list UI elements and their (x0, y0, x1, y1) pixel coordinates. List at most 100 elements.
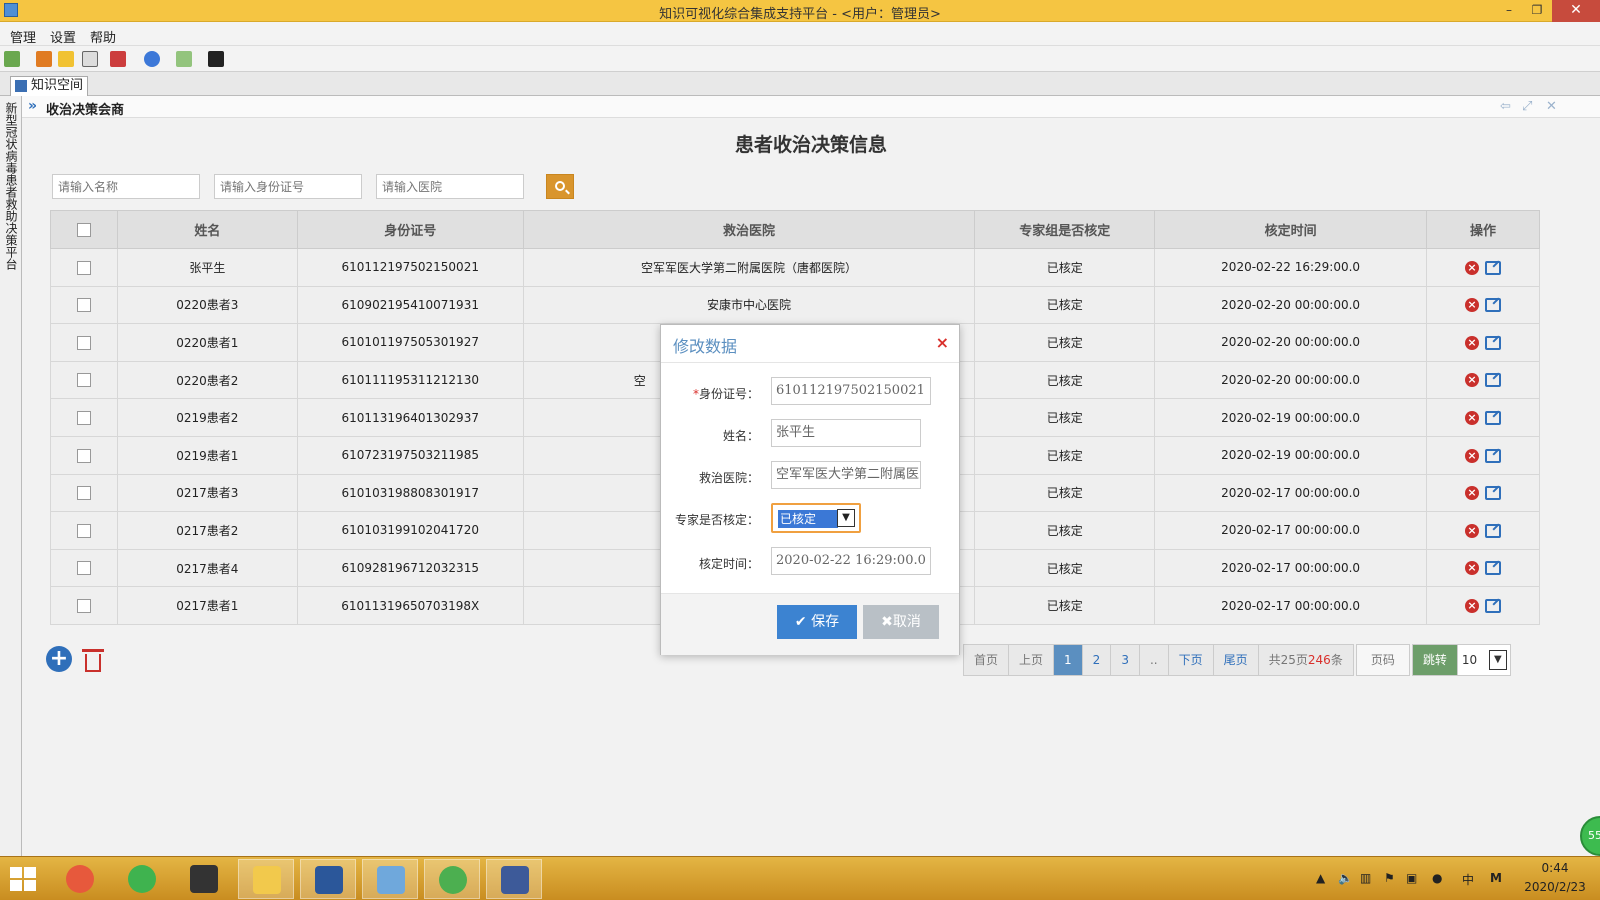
delete-row-icon[interactable]: × (1465, 523, 1480, 538)
qq-icon[interactable]: ● (1432, 871, 1442, 885)
row-checkbox[interactable] (76, 260, 91, 275)
volume-icon[interactable]: 🔈 (1338, 871, 1353, 885)
taskbar-word[interactable] (300, 859, 356, 899)
search-id-input[interactable] (214, 174, 362, 199)
row-checkbox[interactable] (76, 335, 91, 350)
delete-row-icon[interactable]: × (1465, 561, 1480, 576)
package-icon[interactable] (176, 51, 192, 67)
search-hospital-input[interactable] (376, 174, 524, 199)
ime-indicator[interactable]: 中 (1462, 871, 1474, 888)
delete-row-icon[interactable]: × (1465, 486, 1480, 501)
user-icon[interactable] (144, 51, 160, 67)
ime-mode-indicator[interactable]: M (1490, 871, 1502, 885)
menu-manage[interactable]: 管理 (10, 27, 36, 46)
row-checkbox[interactable] (76, 523, 91, 538)
edit-row-icon[interactable] (1485, 260, 1502, 275)
edit-row-icon[interactable] (1485, 335, 1502, 350)
network-icon[interactable]: ▥ (1360, 871, 1371, 885)
tools-icon[interactable] (110, 51, 126, 67)
taskbar-app-1[interactable] (52, 859, 108, 899)
pager-next[interactable]: 下页 (1167, 644, 1214, 676)
row-checkbox[interactable] (76, 298, 91, 313)
rss-icon[interactable] (36, 51, 52, 67)
exit-icon[interactable] (4, 51, 20, 67)
pager-first[interactable]: 首页 (963, 644, 1010, 676)
verified-select[interactable]: 已核定 ▼ (771, 503, 861, 533)
row-checkbox[interactable] (76, 561, 91, 576)
add-record-button[interactable]: + (46, 646, 72, 672)
header-hospital[interactable]: 救治医院 (522, 210, 976, 249)
cancel-button[interactable]: ✖取消 (863, 605, 939, 639)
camera-icon[interactable] (208, 51, 224, 67)
row-checkbox[interactable] (76, 598, 91, 613)
pager-page-input[interactable]: 页码 (1355, 644, 1410, 676)
hospital-field[interactable]: 空军军医大学第二附属医院 (771, 461, 921, 489)
pager-page-2[interactable]: 2 (1081, 644, 1112, 676)
menu-settings[interactable]: 设置 (50, 27, 76, 46)
dialog-close-icon[interactable]: × (936, 333, 949, 352)
search-name-input[interactable] (52, 174, 200, 199)
pager-last[interactable]: 尾页 (1212, 644, 1259, 676)
delete-row-icon[interactable]: × (1465, 335, 1480, 350)
table-row[interactable]: 张平生 610112197502150021 空军军医大学第二附属医院（唐都医院… (50, 248, 1540, 287)
id-field[interactable]: 610112197502150021 (771, 377, 931, 405)
windows-start-icon[interactable] (10, 867, 36, 891)
taskbar-clock[interactable]: 0:44 2020/2/23 (1522, 859, 1588, 897)
delete-row-icon[interactable]: × (1465, 598, 1480, 613)
pin-icon[interactable]: ⇦ (1500, 99, 1511, 114)
panel-close-icon[interactable]: ✕ (1546, 99, 1557, 114)
delete-row-icon[interactable]: × (1465, 448, 1480, 463)
menu-help[interactable]: 帮助 (90, 27, 116, 46)
search-button[interactable] (546, 174, 574, 199)
expand-icon[interactable]: ⤢ (1522, 99, 1532, 114)
flag-icon[interactable]: ⚑ (1384, 871, 1395, 885)
folder-icon[interactable] (58, 51, 74, 67)
chevron-down-icon[interactable]: ▼ (1488, 650, 1507, 670)
header-id[interactable]: 身份证号 (296, 210, 524, 249)
row-checkbox[interactable] (76, 373, 91, 388)
tray-expand-icon[interactable]: ▲ (1316, 871, 1325, 885)
edit-row-icon[interactable] (1485, 523, 1502, 538)
minimize-icon[interactable]: – (1496, 0, 1522, 22)
edit-row-icon[interactable] (1485, 486, 1502, 501)
row-checkbox[interactable] (76, 410, 91, 425)
edit-row-icon[interactable] (1485, 373, 1502, 388)
header-time[interactable]: 核定时间 (1154, 210, 1428, 249)
header-verified[interactable]: 专家组是否核定 (974, 210, 1156, 249)
taskbar-explorer[interactable] (238, 859, 294, 899)
device-icon[interactable]: ▣ (1406, 871, 1417, 885)
select-all-checkbox[interactable] (76, 222, 91, 237)
taskbar-app-2[interactable] (114, 859, 170, 899)
time-field[interactable]: 2020-02-22 16:29:00.0 (771, 547, 931, 575)
header-name[interactable]: 姓名 (116, 210, 298, 249)
edit-row-icon[interactable] (1485, 598, 1502, 613)
delete-row-icon[interactable]: × (1465, 298, 1480, 313)
taskbar-wechat[interactable] (424, 859, 480, 899)
delete-row-icon[interactable]: × (1465, 410, 1480, 425)
document-icon[interactable] (82, 51, 98, 67)
edit-row-icon[interactable] (1485, 298, 1502, 313)
save-button[interactable]: ✔ 保存 (777, 605, 857, 639)
delete-row-icon[interactable]: × (1465, 373, 1480, 388)
close-icon[interactable]: ✕ (1552, 0, 1600, 22)
tab-knowledge-space[interactable]: 知识空间 (10, 76, 88, 96)
trash-icon[interactable] (82, 646, 104, 672)
pager-jump-button[interactable]: 跳转 (1411, 644, 1458, 676)
table-row[interactable]: 0220患者3 610902195410071931 安康市中心医院 已核定 2… (50, 285, 1540, 325)
taskbar-app-8[interactable] (486, 859, 542, 899)
pager-page-1[interactable]: 1 (1053, 644, 1083, 676)
taskbar-app-3[interactable] (176, 859, 232, 899)
edit-row-icon[interactable] (1485, 410, 1502, 425)
edit-row-icon[interactable] (1485, 561, 1502, 576)
edit-row-icon[interactable] (1485, 448, 1502, 463)
pager-size-select[interactable]: 10 ▼ (1456, 644, 1511, 676)
taskbar-platform[interactable] (362, 859, 418, 899)
name-field[interactable]: 张平生 (771, 419, 921, 447)
row-checkbox[interactable] (76, 448, 91, 463)
side-rail[interactable]: 新型冠状病毒患者救助决策平台 (0, 96, 22, 856)
delete-row-icon[interactable]: × (1465, 260, 1480, 275)
chevron-down-icon[interactable]: ▼ (837, 509, 855, 527)
pager-page-3[interactable]: 3 (1110, 644, 1140, 676)
maximize-icon[interactable]: ❐ (1524, 0, 1550, 22)
row-checkbox[interactable] (76, 486, 91, 501)
